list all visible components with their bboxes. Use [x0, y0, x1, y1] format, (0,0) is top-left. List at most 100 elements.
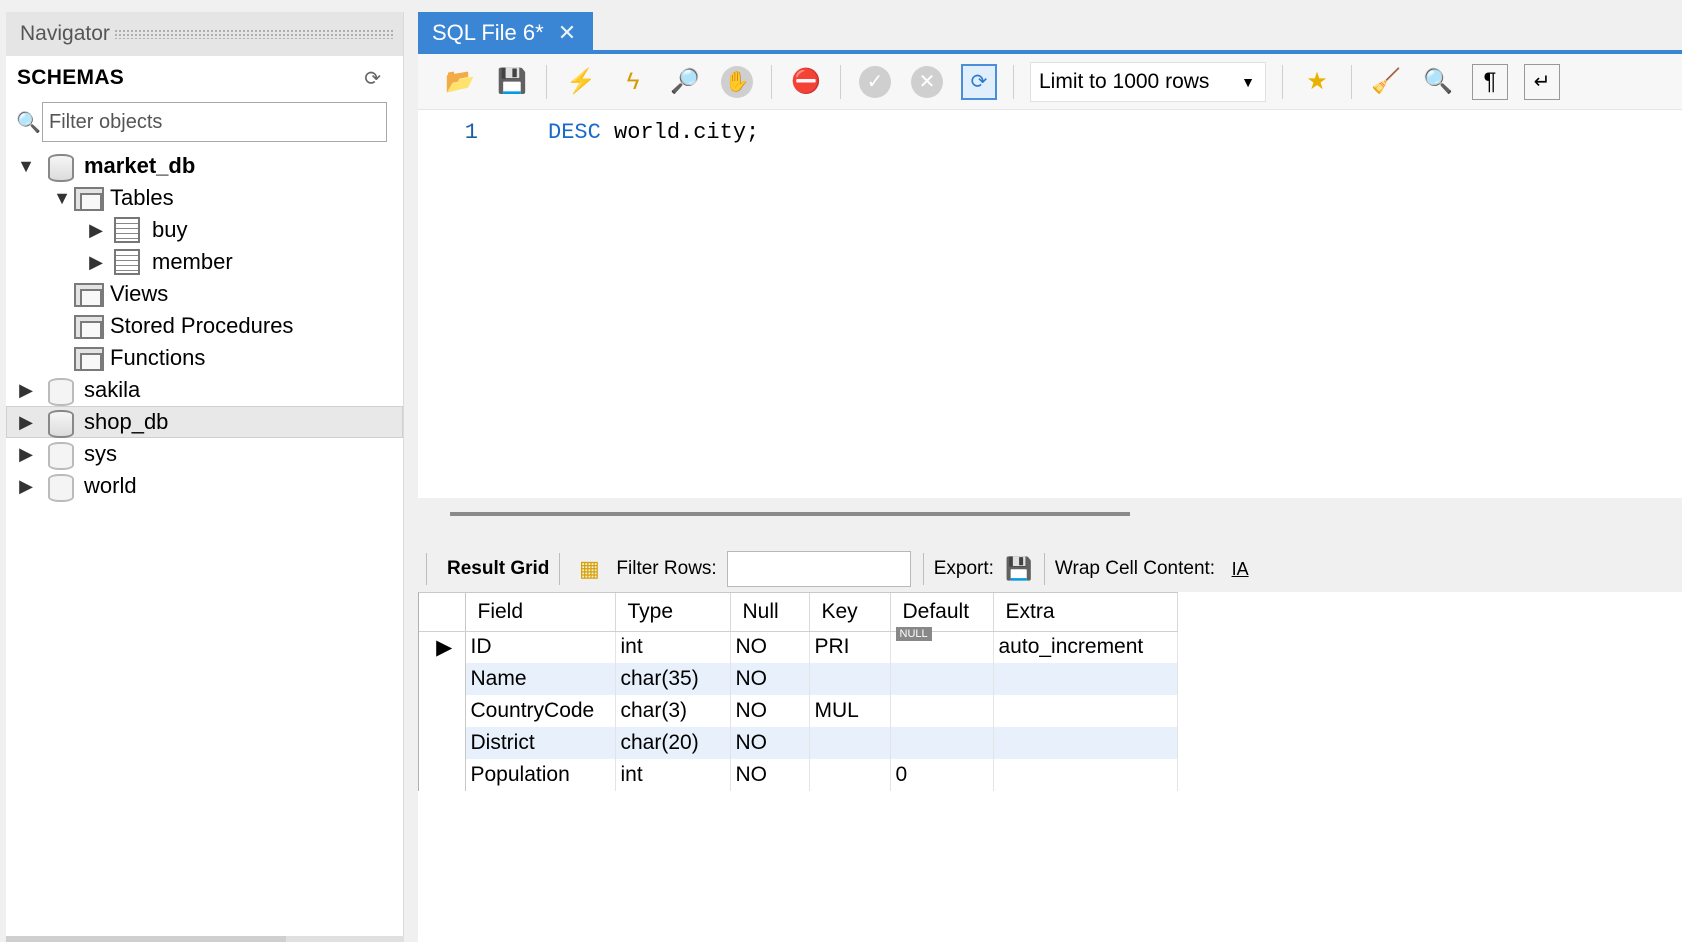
tree-item-label: Tables: [110, 185, 174, 210]
tab-sql-file-6[interactable]: SQL File 6* ✕: [418, 12, 593, 54]
cell[interactable]: char(35): [615, 663, 731, 695]
close-icon[interactable]: ✕: [558, 20, 576, 46]
invisible-chars-button[interactable]: ¶: [1472, 63, 1508, 100]
column-header-type[interactable]: Type: [615, 593, 731, 632]
tree-item-member[interactable]: ▶ member: [6, 246, 403, 278]
tree-item-buy[interactable]: ▶ buy: [6, 214, 403, 246]
cell-default[interactable]: NULL: [890, 627, 994, 663]
cell[interactable]: Population: [465, 759, 616, 791]
toolbar-separator: [546, 64, 547, 99]
toggle-error-button[interactable]: ⛔: [788, 64, 824, 100]
scrollbar-thumb[interactable]: [6, 936, 286, 942]
sql-toolbar: 📂 💾 ⚡ ϟ 🔎 ✋ ⛔ ✓ ✕ ⟳ Limit to 1000 rows ▼…: [418, 54, 1682, 110]
tree-item-sakila[interactable]: ▶ sakila: [6, 374, 403, 406]
collapse-arrow-icon[interactable]: ▶: [86, 220, 106, 241]
cell[interactable]: auto_increment: [993, 631, 1178, 663]
cell[interactable]: [809, 759, 891, 791]
panel-grip[interactable]: [113, 29, 393, 39]
filter-rows-input[interactable]: [726, 551, 911, 587]
open-file-button[interactable]: 📂: [442, 64, 478, 100]
column-header-null[interactable]: Null: [730, 593, 810, 632]
table-row[interactable]: Population int NO 0: [419, 759, 1178, 791]
collapse-arrow-icon[interactable]: ▶: [16, 444, 36, 465]
table-row[interactable]: Name char(35) NO: [419, 663, 1178, 695]
splitter-handle[interactable]: [450, 512, 1130, 516]
cell[interactable]: [993, 663, 1178, 695]
column-header-field[interactable]: Field: [465, 593, 616, 632]
panel-splitter[interactable]: [418, 498, 1682, 546]
save-button[interactable]: 💾: [494, 64, 530, 100]
cell[interactable]: District: [465, 727, 616, 759]
cell[interactable]: [809, 727, 891, 759]
table-row[interactable]: District char(20) NO: [419, 727, 1178, 759]
collapse-arrow-icon[interactable]: ▶: [86, 252, 106, 273]
cell[interactable]: int: [615, 759, 731, 791]
cell[interactable]: [993, 695, 1178, 727]
commit-button[interactable]: ✓: [857, 64, 893, 100]
tree-item-stored-procedures[interactable]: ▶ Stored Procedures: [6, 310, 403, 342]
execute-current-button[interactable]: ϟ: [615, 64, 651, 100]
cell[interactable]: PRI: [809, 631, 891, 663]
collapse-arrow-icon[interactable]: ▶: [16, 380, 36, 401]
cell[interactable]: 0: [890, 759, 994, 791]
cell[interactable]: int: [615, 631, 731, 663]
tree-item-shop-db[interactable]: ▶ shop_db: [6, 406, 403, 438]
cell[interactable]: NO: [730, 631, 810, 663]
tree-item-views[interactable]: ▶ Views: [6, 278, 403, 310]
cell[interactable]: [890, 727, 994, 759]
cell[interactable]: char(3): [615, 695, 731, 727]
grid-layout-icon[interactable]: ▦: [576, 556, 602, 582]
save-icon: 💾: [497, 68, 527, 95]
cell[interactable]: Name: [465, 663, 616, 695]
cell[interactable]: NO: [730, 663, 810, 695]
cell[interactable]: [809, 663, 891, 695]
stop-button[interactable]: ✋: [719, 64, 755, 100]
limit-rows-select[interactable]: Limit to 1000 rows ▼: [1030, 61, 1266, 102]
table-row[interactable]: CountryCode char(3) NO MUL: [419, 695, 1178, 727]
cell[interactable]: [890, 663, 994, 695]
column-header-default[interactable]: Default: [890, 593, 994, 632]
wrap-lines-button[interactable]: ↵: [1524, 63, 1560, 100]
cell[interactable]: ID: [465, 631, 616, 663]
beautify-button[interactable]: 🧹: [1368, 64, 1404, 100]
explain-button[interactable]: 🔎: [667, 64, 703, 100]
tree-item-sys[interactable]: ▶ sys: [6, 438, 403, 470]
tree-item-world[interactable]: ▶ world: [6, 470, 403, 502]
cell[interactable]: [993, 759, 1178, 791]
sql-editor[interactable]: 1 DESC world.city;: [418, 110, 1682, 498]
cell[interactable]: NO: [730, 759, 810, 791]
result-grid-tab[interactable]: Result Grid: [437, 551, 559, 587]
tree-item-functions[interactable]: ▶ Functions: [6, 342, 403, 374]
cell[interactable]: char(20): [615, 727, 731, 759]
horizontal-scrollbar[interactable]: [6, 936, 404, 942]
refresh-icon[interactable]: ⟳: [364, 66, 381, 91]
rollback-button[interactable]: ✕: [909, 64, 945, 100]
tree-item-tables[interactable]: ▼ Tables: [6, 182, 403, 214]
execute-all-button[interactable]: ⚡: [563, 64, 599, 100]
tree-item-market-db[interactable]: ▼ market_db: [6, 150, 403, 182]
filter-objects-input[interactable]: [42, 102, 387, 142]
autocommit-toggle[interactable]: ⟳: [961, 63, 997, 100]
cell[interactable]: MUL: [809, 695, 891, 727]
table-row[interactable]: ▶ ID int NO PRI NULL auto_increment: [419, 627, 1178, 663]
find-button[interactable]: 🔍: [1420, 64, 1456, 100]
expand-arrow-icon[interactable]: ▼: [16, 156, 36, 177]
collapse-arrow-icon[interactable]: ▶: [16, 412, 36, 433]
export-icon[interactable]: 💾: [1005, 556, 1032, 582]
column-header-extra[interactable]: Extra: [993, 593, 1178, 632]
code-line: 1 DESC world.city;: [418, 120, 759, 145]
cell[interactable]: NO: [730, 695, 810, 727]
wrap-text-icon[interactable]: IA: [1227, 556, 1253, 582]
cell[interactable]: [890, 695, 994, 727]
lightning-cursor-icon: ϟ: [626, 67, 640, 95]
add-snippet-button[interactable]: ★: [1299, 64, 1335, 100]
cell[interactable]: NO: [730, 727, 810, 759]
cell[interactable]: [993, 727, 1178, 759]
navigator-panel: Navigator SCHEMAS ⟳ 🔍 ▼ market_db ▼ Tabl…: [6, 12, 404, 942]
result-table: Field Type Null Key Default Extra ▶ ID i: [419, 593, 1178, 791]
collapse-arrow-icon[interactable]: ▶: [16, 476, 36, 497]
column-header-key[interactable]: Key: [809, 593, 891, 632]
expand-arrow-icon[interactable]: ▼: [52, 188, 72, 209]
cell[interactable]: CountryCode: [465, 695, 616, 727]
cancel-icon: ✕: [911, 65, 943, 98]
